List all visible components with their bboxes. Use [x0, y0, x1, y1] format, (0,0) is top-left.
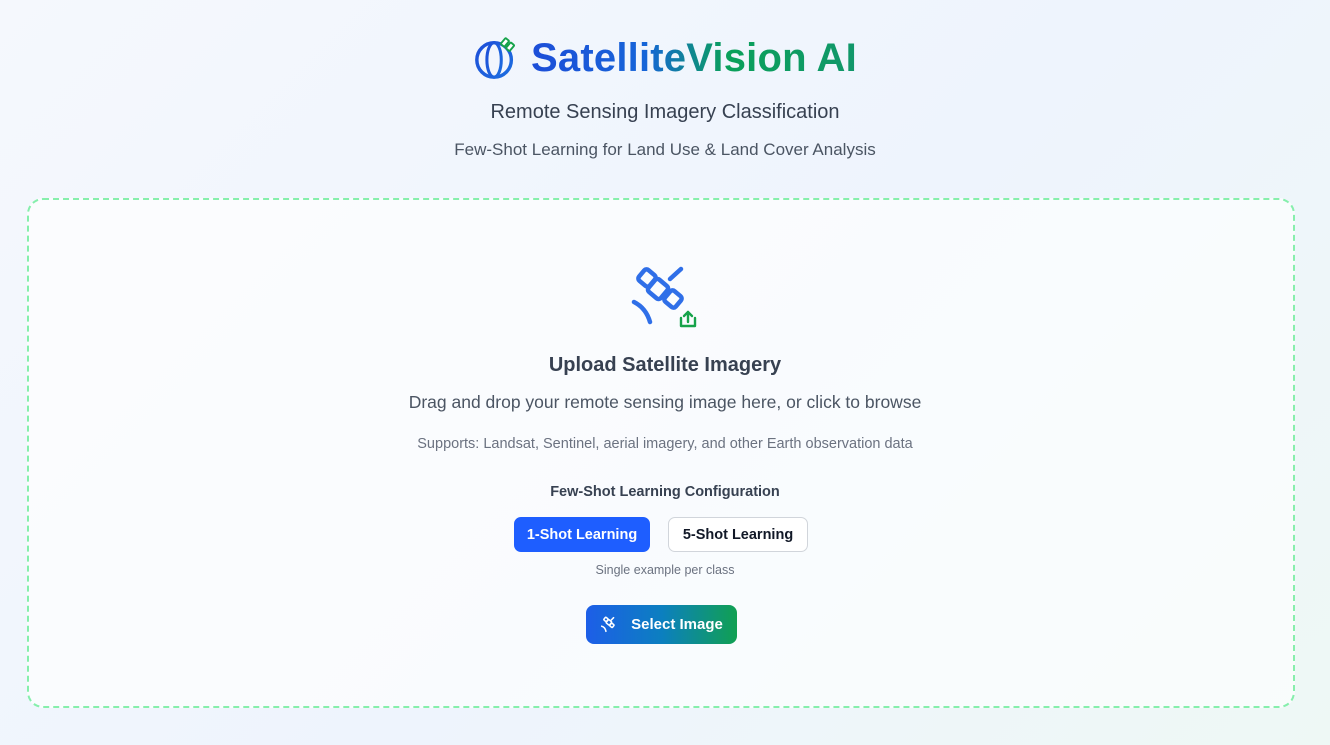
shot-mode-hint: Single example per class — [595, 563, 735, 577]
app-tagline: Few-Shot Learning for Land Use & Land Co… — [454, 140, 876, 159]
brand: SatelliteVision AI — [0, 32, 1330, 84]
config-title: Few-Shot Learning Configuration — [550, 484, 780, 500]
upload-description: Drag and drop your remote sensing image … — [408, 392, 922, 412]
app-title: SatelliteVision AI — [531, 32, 857, 84]
supported-formats-text: Supports: Landsat, Sentinel, aerial imag… — [417, 436, 913, 452]
five-shot-button[interactable]: 5-Shot Learning — [668, 517, 808, 552]
one-shot-button[interactable]: 1-Shot Learning — [514, 517, 650, 552]
globe-satellite-icon — [475, 37, 515, 79]
satellite-upload-icon — [631, 266, 697, 328]
select-image-label: Select Image — [631, 616, 723, 633]
upload-title: Upload Satellite Imagery — [548, 354, 782, 376]
app-subtitle: Remote Sensing Imagery Classification — [490, 101, 840, 123]
shot-mode-toggle: 1-Shot Learning 5-Shot Learning — [0, 517, 1330, 552]
select-image-button[interactable]: Select Image — [586, 605, 737, 644]
satellite-icon — [601, 616, 615, 633]
